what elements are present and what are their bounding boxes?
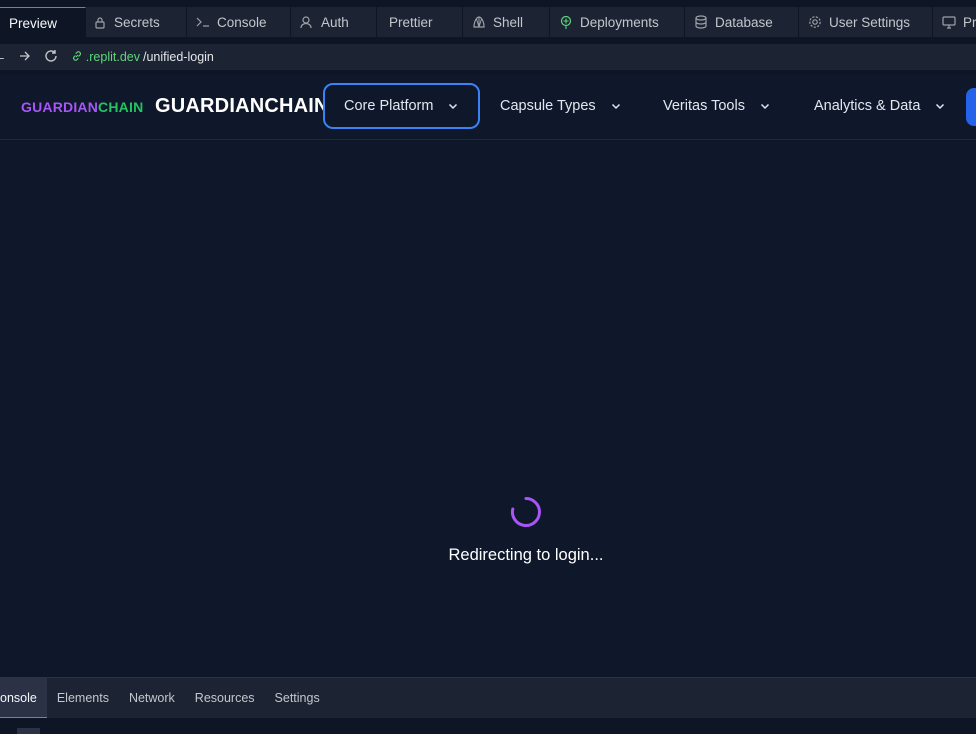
- header-action-button[interactable]: [966, 88, 976, 126]
- chevron-down-icon: [610, 100, 622, 112]
- logo-wordmark[interactable]: GUARDIANCHAIN: [21, 99, 143, 115]
- tab-label-shell: Shell: [493, 14, 524, 30]
- app-header: GUARDIANCHAIN GUARDIANCHAIN Core Platfor…: [0, 75, 976, 140]
- devtools-tab-console[interactable]: onsole: [0, 678, 47, 718]
- lock-icon: [93, 15, 107, 29]
- tab-deployments[interactable]: Deployments: [550, 7, 685, 37]
- tab-label-database: Database: [715, 14, 773, 30]
- tab-label-preview: Preview: [9, 15, 58, 31]
- menu-capsule-types[interactable]: Capsule Types: [481, 83, 641, 129]
- monitor-icon: [942, 15, 956, 29]
- link-icon: [71, 50, 83, 65]
- back-icon[interactable]: –: [0, 49, 4, 65]
- deployments-icon: [559, 15, 573, 29]
- tab-label-deployments: Deployments: [580, 14, 659, 30]
- tab-label-secrets: Secrets: [114, 14, 160, 30]
- workspace-tab-bar: Preview Secrets Console Auth Prettier Sh…: [0, 0, 976, 44]
- devtools-panel: onsole Elements Network Resources Settin…: [0, 677, 976, 734]
- preview-url-bar: – .replit.dev/unified-login: [0, 44, 976, 70]
- tab-console[interactable]: Console: [187, 7, 291, 37]
- refresh-icon[interactable]: [44, 49, 58, 66]
- tab-database[interactable]: Database: [685, 7, 799, 37]
- devtools-tab-resources[interactable]: Resources: [185, 678, 265, 718]
- tab-shell[interactable]: Shell: [463, 7, 550, 37]
- tab-label-auth: Auth: [321, 14, 349, 30]
- tab-prettier[interactable]: Prettier: [377, 7, 463, 37]
- url-path: /unified-login: [143, 50, 214, 64]
- menu-label-veritas-tools: Veritas Tools: [663, 98, 745, 114]
- tab-label-user-settings: User Settings: [829, 14, 911, 30]
- menu-label-capsule-types: Capsule Types: [500, 98, 596, 114]
- tab-secrets[interactable]: Secrets: [86, 7, 187, 37]
- shell-icon: [472, 15, 486, 29]
- logo-part-chain: CHAIN: [98, 99, 144, 115]
- url-field[interactable]: .replit.dev/unified-login: [71, 50, 214, 65]
- console-prompt[interactable]: [17, 728, 40, 734]
- chevron-down-icon: [447, 100, 459, 112]
- tab-user-settings[interactable]: User Settings: [799, 7, 933, 37]
- devtools-tab-network[interactable]: Network: [119, 678, 185, 718]
- menu-label-analytics-data: Analytics & Data: [814, 98, 921, 114]
- tab-label-pr: Pr: [963, 14, 976, 30]
- tab-preview[interactable]: Preview: [0, 7, 86, 38]
- brand-title[interactable]: GUARDIANCHAIN: [155, 95, 329, 118]
- gear-icon: [808, 15, 822, 29]
- tab-auth[interactable]: Auth: [291, 7, 377, 37]
- loading-spinner-icon: [510, 496, 542, 528]
- tab-pr[interactable]: Pr: [933, 7, 976, 37]
- menu-label-core-platform: Core Platform: [344, 98, 434, 114]
- user-icon: [300, 15, 314, 29]
- devtools-tab-settings[interactable]: Settings: [265, 678, 330, 718]
- menu-veritas-tools[interactable]: Veritas Tools: [644, 83, 790, 129]
- redirect-status-text: Redirecting to login...: [448, 546, 604, 564]
- devtools-tab-elements[interactable]: Elements: [47, 678, 119, 718]
- menu-core-platform[interactable]: Core Platform: [323, 83, 481, 129]
- terminal-icon: [196, 15, 210, 29]
- main-content: [0, 140, 976, 677]
- logo-part-guardian: GUARDIAN: [21, 99, 99, 115]
- chevron-down-icon: [759, 100, 771, 112]
- url-host: .replit.dev: [85, 50, 140, 64]
- chevron-down-icon: [934, 100, 946, 112]
- tab-label-prettier: Prettier: [389, 14, 433, 30]
- menu-analytics-data[interactable]: Analytics & Data: [795, 83, 965, 129]
- tab-label-console: Console: [217, 14, 267, 30]
- devtools-console-row: [0, 718, 976, 734]
- forward-icon[interactable]: [19, 49, 31, 65]
- database-icon: [694, 15, 708, 29]
